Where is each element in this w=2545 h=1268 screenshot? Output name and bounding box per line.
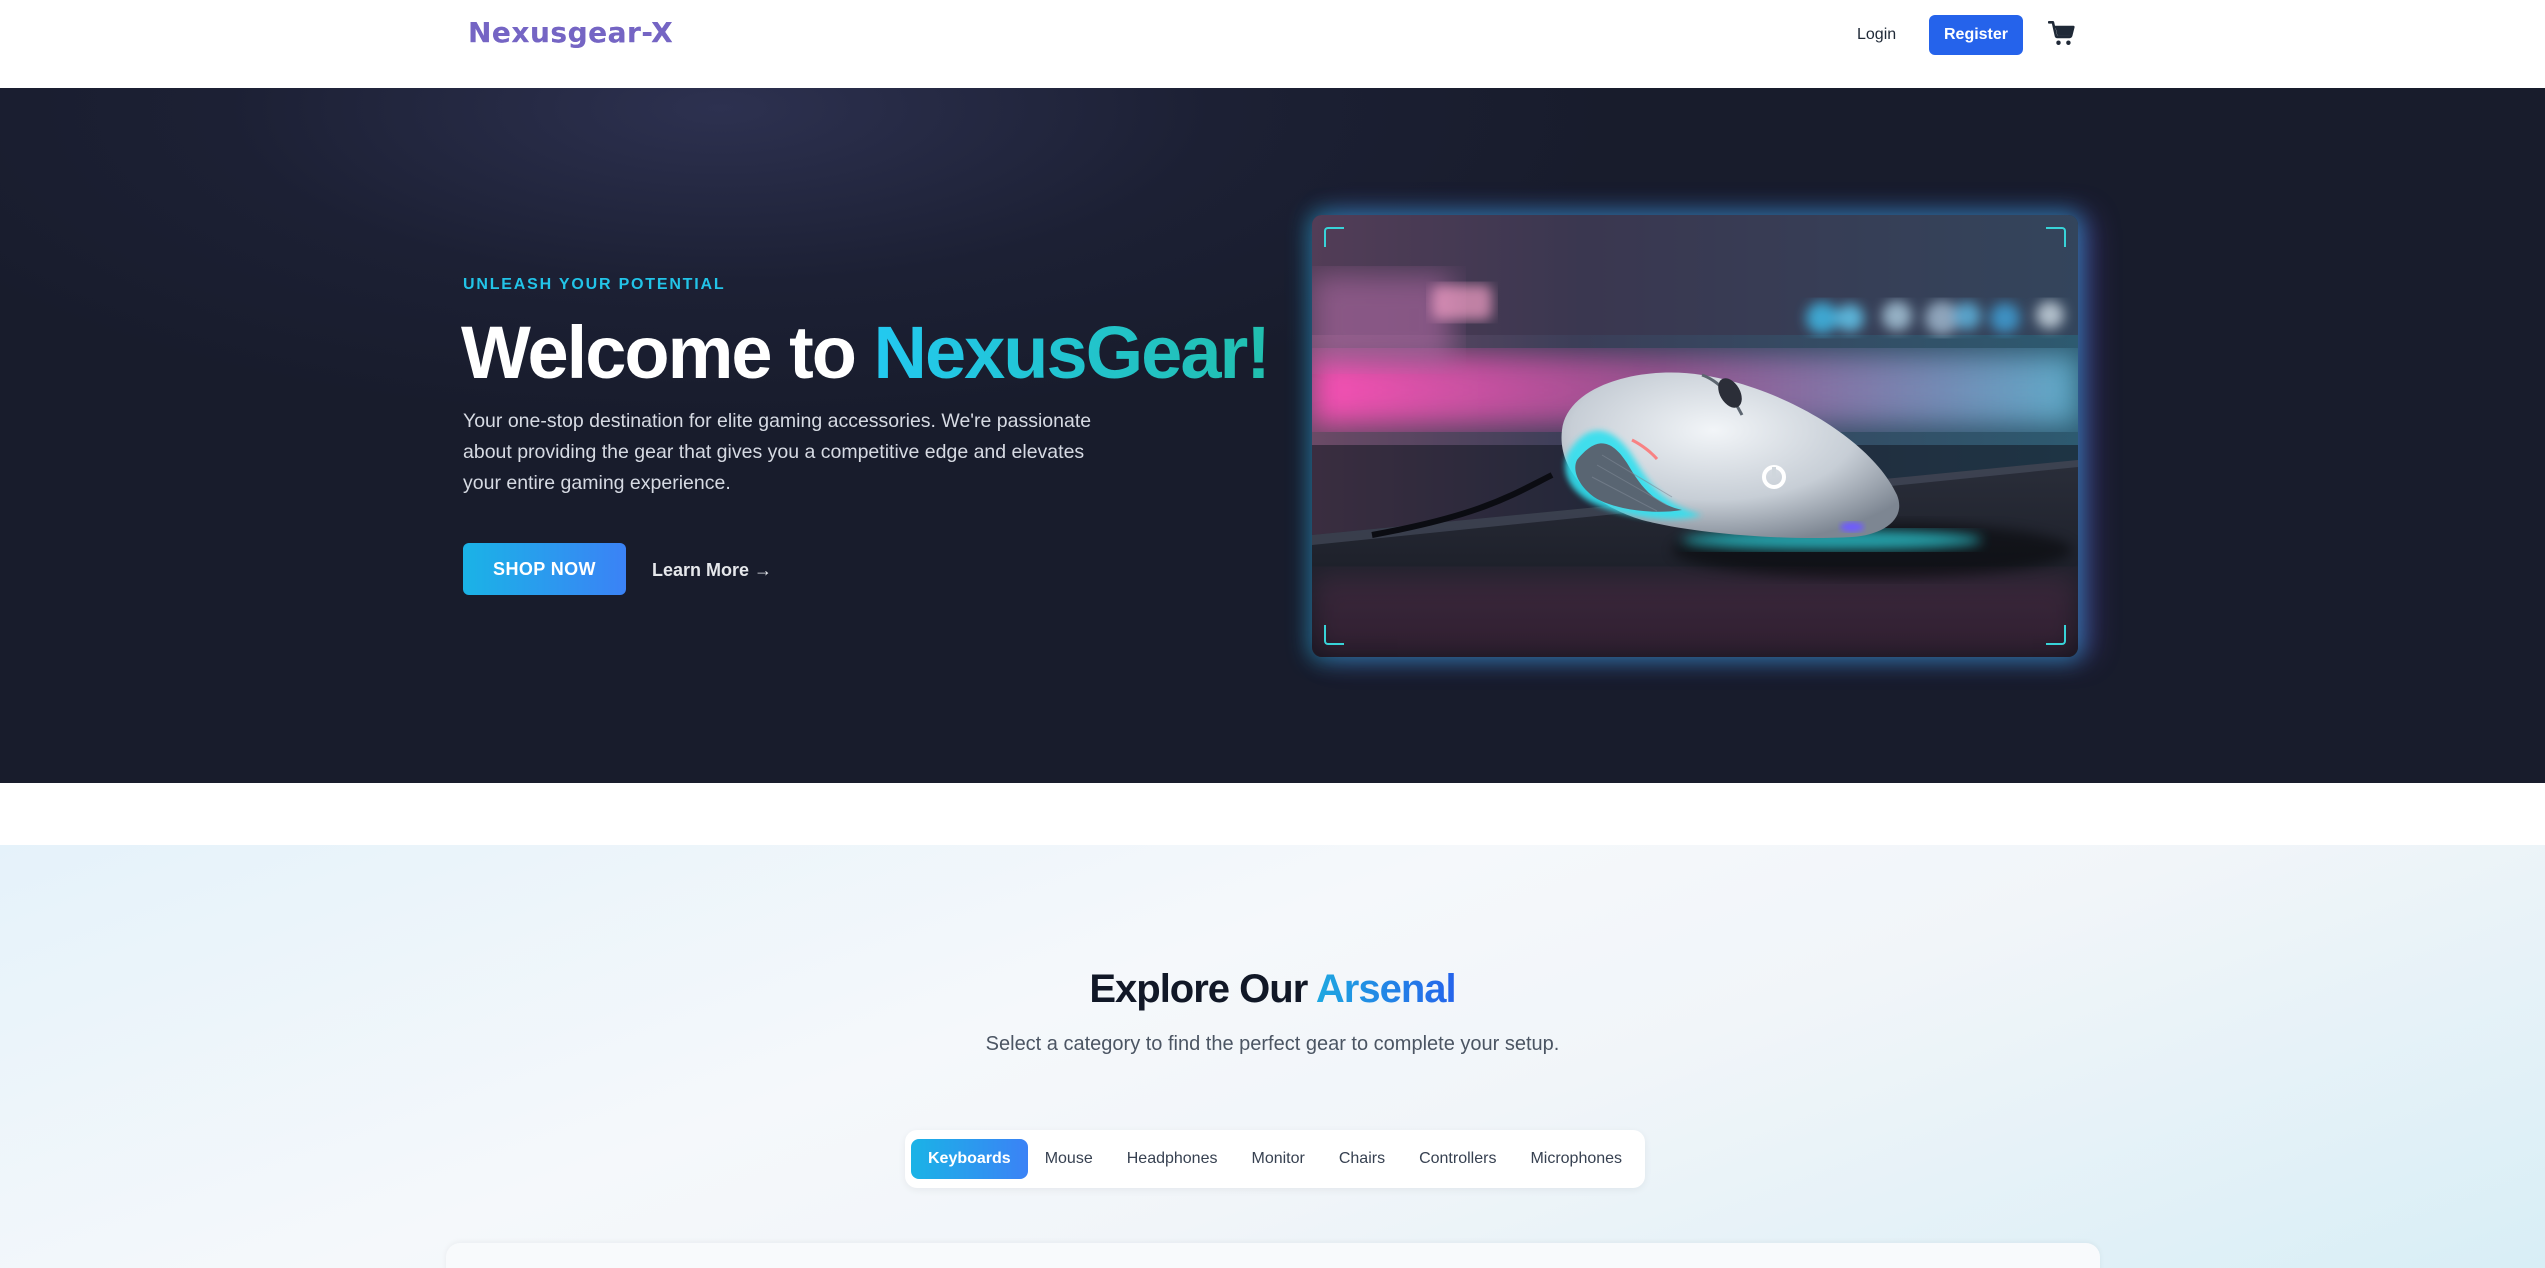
explore-section: Explore Our Arsenal Select a category to… — [0, 845, 2545, 1268]
tab-microphones[interactable]: Microphones — [1513, 1139, 1639, 1179]
tab-headphones[interactable]: Headphones — [1110, 1139, 1235, 1179]
hero-eyebrow: UNLEASH YOUR POTENTIAL — [463, 276, 726, 293]
frame-corner-icon — [2046, 227, 2066, 247]
tab-keyboards[interactable]: Keyboards — [911, 1139, 1028, 1179]
learn-more-link[interactable]: Learn More → — [652, 544, 772, 596]
product-panel — [446, 1243, 2100, 1268]
navbar: Nexusgear-X Login Register — [0, 0, 2545, 88]
hero-description: Your one-stop destination for elite gami… — [463, 410, 1092, 494]
shopping-cart-icon[interactable] — [2047, 20, 2076, 48]
category-tabs: Keyboards Mouse Headphones Monitor Chair… — [905, 1130, 1645, 1188]
hero-image — [1312, 215, 2078, 657]
frame-corner-icon — [2046, 625, 2066, 645]
explore-subtitle: Select a category to find the perfect ge… — [985, 1033, 1560, 1055]
login-link[interactable]: Login — [1845, 16, 1908, 54]
frame-corner-icon — [1324, 227, 1344, 247]
tab-monitor[interactable]: Monitor — [1234, 1139, 1321, 1179]
site-logo[interactable]: Nexusgear-X — [468, 16, 673, 49]
explore-title: Explore Our Arsenal — [0, 967, 2545, 1012]
register-button[interactable]: Register — [1929, 15, 2023, 55]
hero-title-prefix: Welcome to — [461, 311, 874, 394]
shop-now-button[interactable]: SHOP NOW — [463, 543, 626, 595]
explore-title-prefix: Explore Our — [1089, 967, 1316, 1011]
tab-mouse[interactable]: Mouse — [1028, 1139, 1110, 1179]
tab-controllers[interactable]: Controllers — [1402, 1139, 1513, 1179]
explore-title-accent: Arsenal — [1315, 967, 1457, 1011]
tab-chairs[interactable]: Chairs — [1322, 1139, 1402, 1179]
frame-corner-icon — [1324, 625, 1344, 645]
hero-title: Welcome to NexusGear! — [461, 310, 1271, 395]
hero-section: UNLEASH YOUR POTENTIAL Welcome to NexusG… — [0, 88, 2545, 783]
hero-title-accent: NexusGear! — [873, 311, 1271, 394]
